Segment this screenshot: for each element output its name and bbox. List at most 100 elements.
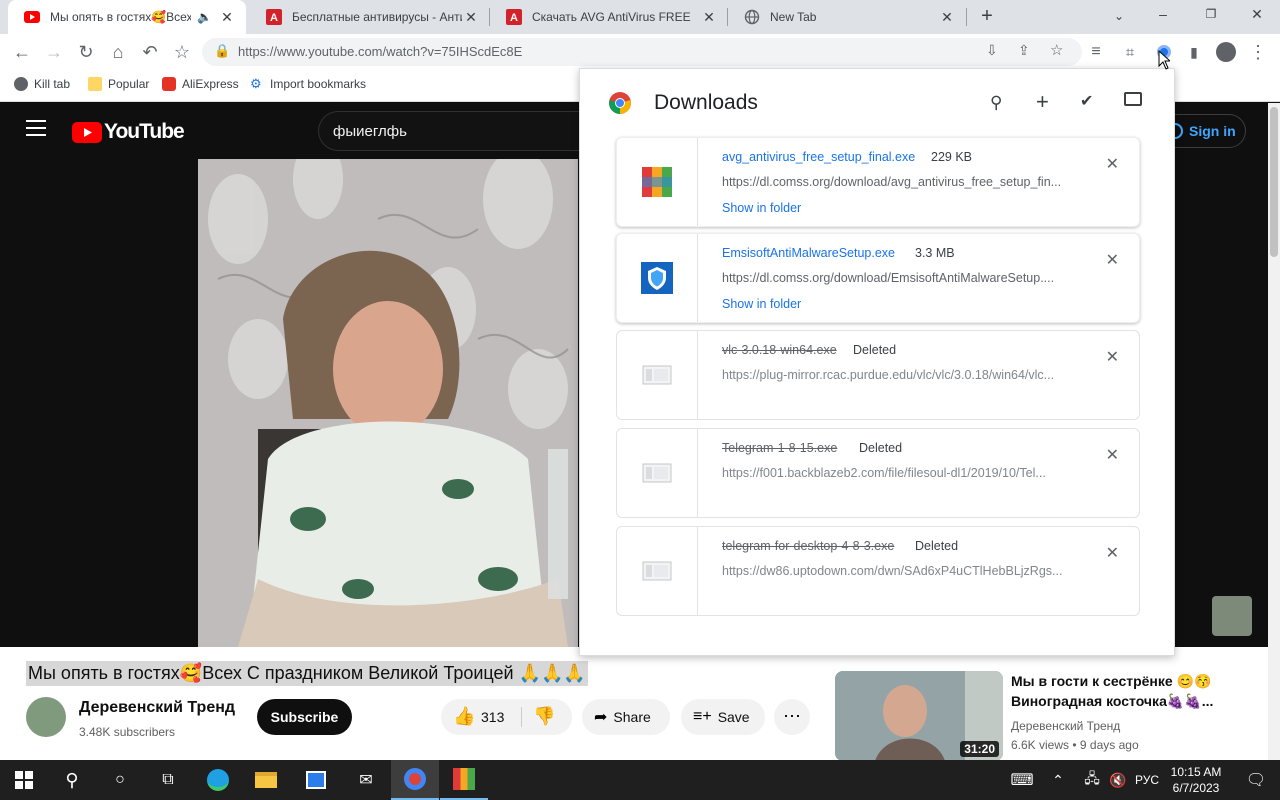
search-query[interactable]: фыиеглфь xyxy=(333,123,407,140)
tab-antivirus[interactable]: A Бесплатные антивирусы - Анти ✕ xyxy=(250,0,490,34)
reload-button[interactable]: ↻ xyxy=(72,38,100,66)
save-button[interactable]: ≡+ Save xyxy=(681,699,765,735)
search-icon[interactable]: ⚲ xyxy=(48,760,96,800)
show-in-folder-link[interactable]: Show in folder xyxy=(722,297,801,311)
channel-avatar[interactable] xyxy=(26,697,66,737)
show-in-folder-link[interactable]: Show in folder xyxy=(722,201,801,215)
close-window-button[interactable]: ✕ xyxy=(1244,6,1270,26)
video-player[interactable] xyxy=(198,159,578,647)
edge-browser-icon[interactable] xyxy=(194,760,242,800)
add-icon[interactable]: + xyxy=(1036,89,1049,115)
search-icon[interactable]: ⚲ xyxy=(990,93,1002,113)
mail-icon[interactable]: ✉ xyxy=(342,760,390,800)
network-icon[interactable]: 🖧 xyxy=(1078,760,1106,800)
input-language[interactable]: РУС xyxy=(1132,760,1162,800)
download-item[interactable]: EmsisoftAntiMalwareSetup.exe 3.3 MB http… xyxy=(616,233,1140,323)
remove-download-icon[interactable]: ✕ xyxy=(1106,543,1119,563)
file-explorer-icon[interactable] xyxy=(242,760,290,800)
download-item[interactable]: vlc-3.0.18-win64.exe Deleted https://plu… xyxy=(616,330,1140,420)
store-icon[interactable] xyxy=(292,760,340,800)
bookmark-aliexpress[interactable]: AliExpress xyxy=(162,77,239,91)
share-page-icon[interactable]: ⇪ xyxy=(1018,42,1030,59)
tab-search-chevron-icon[interactable]: ⌄ xyxy=(1108,5,1130,27)
bookmark-import[interactable]: ⚙ Import bookmarks xyxy=(250,77,366,92)
undo-close-icon[interactable]: ↶ xyxy=(136,38,164,66)
download-item[interactable]: Telegram-1-8-15.exe Deleted https://f001… xyxy=(616,428,1140,518)
like-count[interactable]: 313 xyxy=(481,709,504,725)
download-filename[interactable]: telegram-for-desktop-4-8-3.exe xyxy=(722,539,894,553)
lock-icon[interactable]: 🔒 xyxy=(214,43,230,59)
avg-installer-icon[interactable] xyxy=(440,760,488,800)
chrome-logo-icon xyxy=(608,91,632,115)
download-item[interactable]: telegram-for-desktop-4-8-3.exe Deleted h… xyxy=(616,526,1140,616)
share-button[interactable]: ➦ Share xyxy=(582,699,670,735)
profile-avatar-icon[interactable] xyxy=(1212,38,1240,66)
tab-avg-download[interactable]: A Скачать AVG AntiVirus FREE ✕ xyxy=(490,0,728,34)
remove-download-icon[interactable]: ✕ xyxy=(1106,445,1119,465)
more-actions-icon[interactable]: ⋯ xyxy=(774,699,810,735)
bookmark-kill-tab[interactable]: Kill tab xyxy=(14,77,70,91)
tab-new-tab[interactable]: New Tab ✕ xyxy=(728,0,966,34)
close-tab-icon[interactable]: ✕ xyxy=(462,9,480,26)
download-filename[interactable]: Telegram-1-8-15.exe xyxy=(722,441,837,455)
related-video-title[interactable]: Мы в гости к сестрёнке 😊😚 Виноградная ко… xyxy=(1011,671,1251,711)
channel-name[interactable]: Деревенский Тренд xyxy=(79,699,235,717)
download-item[interactable]: avg_antivirus_free_setup_final.exe 229 K… xyxy=(616,137,1140,227)
windows-start-icon[interactable] xyxy=(0,760,48,800)
forward-button[interactable]: → xyxy=(40,38,68,66)
page-scrollbar[interactable] xyxy=(1268,103,1280,760)
task-view-icon[interactable]: ⧉ xyxy=(144,760,192,800)
restore-window-button[interactable]: ❐ xyxy=(1198,7,1224,27)
address-bar[interactable]: 🔒 https://www.youtube.com/watch?v=75IHSc… xyxy=(202,38,1082,66)
chrome-taskbar-icon[interactable] xyxy=(391,760,439,800)
tab-youtube[interactable]: Мы опять в гостях🥰Всех С 🔈 ✕ xyxy=(8,0,246,34)
hamburger-menu-icon[interactable] xyxy=(26,120,46,136)
show-hidden-icons-chevron-icon[interactable]: ⌃ xyxy=(1044,760,1072,800)
install-app-icon[interactable]: ⇩ xyxy=(986,42,998,59)
channel-thumbnail-avatar[interactable] xyxy=(1212,596,1252,636)
back-button[interactable]: ← xyxy=(8,38,36,66)
remove-download-icon[interactable]: ✕ xyxy=(1106,154,1119,174)
download-filename[interactable]: EmsisoftAntiMalwareSetup.exe xyxy=(722,246,895,260)
new-tab-button[interactable]: + xyxy=(976,5,998,27)
notifications-icon[interactable]: 🗨 xyxy=(1232,760,1280,800)
scrollbar-thumb[interactable] xyxy=(1270,107,1278,257)
side-panel-icon[interactable]: ▮ xyxy=(1180,38,1208,66)
close-tab-icon[interactable]: ✕ xyxy=(218,9,236,26)
dislike-icon[interactable]: 👎 xyxy=(533,706,555,727)
youtube-search-input[interactable]: фыиеглфь xyxy=(318,111,580,151)
share-arrow-icon: ➦ xyxy=(594,709,608,726)
minimize-window-button[interactable]: – xyxy=(1150,6,1176,26)
download-source-url: https://f001.backblazeb2.com/file/fileso… xyxy=(722,466,1046,480)
video-info-area: Мы опять в гостях🥰Всех С праздником Вели… xyxy=(0,647,1268,761)
clear-all-icon[interactable]: ✔ xyxy=(1080,91,1093,111)
volume-muted-icon[interactable]: 🔇 xyxy=(1104,760,1132,800)
bookmark-popular[interactable]: Popular xyxy=(88,77,149,91)
crop-icon[interactable]: ⌗ xyxy=(1116,38,1144,66)
download-filename[interactable]: vlc-3.0.18-win64.exe xyxy=(722,343,837,357)
bookmark-star-icon[interactable]: ☆ xyxy=(168,38,196,66)
download-filename[interactable]: avg_antivirus_free_setup_final.exe xyxy=(722,150,915,164)
home-button[interactable]: ⌂ xyxy=(104,38,132,66)
cortana-icon[interactable]: ○ xyxy=(96,760,144,800)
address-url[interactable]: https://www.youtube.com/watch?v=75IHScdE… xyxy=(238,44,522,59)
related-video-thumbnail[interactable]: 31:20 xyxy=(835,671,1003,761)
menu-kebab-icon[interactable]: ⋮ xyxy=(1244,38,1272,66)
media-queue-icon[interactable]: ≡ xyxy=(1082,38,1110,66)
system-clock[interactable]: 10:15 AM 6/7/2023 xyxy=(1164,764,1228,796)
download-icon-column xyxy=(617,527,698,615)
remove-download-icon[interactable]: ✕ xyxy=(1106,250,1119,270)
close-tab-icon[interactable]: ✕ xyxy=(938,9,956,26)
related-channel-name[interactable]: Деревенский Тренд xyxy=(1011,719,1120,733)
bookmark-page-icon[interactable]: ☆ xyxy=(1050,41,1063,59)
audio-playing-icon[interactable]: 🔈 xyxy=(197,10,212,24)
download-source-url: https://dl.comss.org/download/avg_antivi… xyxy=(722,175,1062,189)
share-label: Share xyxy=(613,709,651,725)
keyboard-icon[interactable]: ⌨ xyxy=(998,760,1046,800)
open-folder-icon[interactable] xyxy=(1124,92,1142,106)
subscribe-button[interactable]: Subscribe xyxy=(257,699,352,735)
youtube-logo[interactable]: YouTube xyxy=(72,120,185,144)
remove-download-icon[interactable]: ✕ xyxy=(1106,347,1119,367)
close-tab-icon[interactable]: ✕ xyxy=(700,9,718,26)
like-icon[interactable]: 👍 xyxy=(453,706,475,727)
